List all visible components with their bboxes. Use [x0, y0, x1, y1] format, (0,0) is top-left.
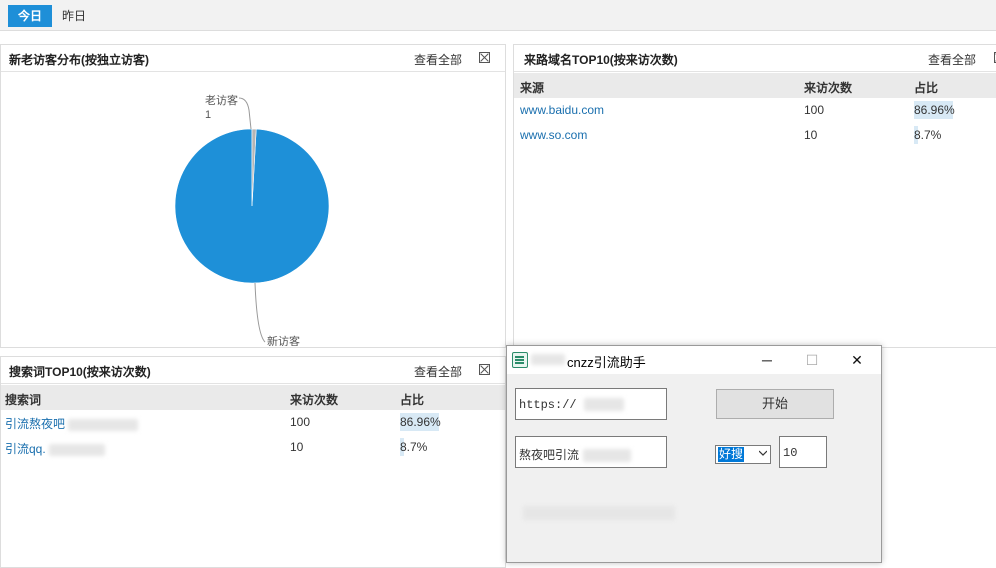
share-cell: 86.96% [400, 413, 460, 431]
minimize-icon[interactable]: ─ [745, 346, 789, 374]
share-value: 86.96% [400, 415, 441, 429]
old-visitor-leader-line [238, 97, 252, 130]
chevron-down-icon [759, 450, 767, 456]
share-value: 8.7% [914, 128, 942, 142]
view-all-link[interactable]: 查看全部 [414, 51, 462, 68]
visitor-pie-chart: 老访客1新访客114 [174, 93, 330, 346]
share-cell: 86.96% [914, 101, 974, 119]
table-row: www.so.com 10 8.7% [514, 123, 996, 148]
visitor-distribution-panel: 新老访客分布(按独立访客) 查看全部 老访客1新访客114 [0, 44, 506, 348]
table-header: 搜索词 来访次数 占比 [1, 385, 505, 410]
share-cell: 8.7% [914, 126, 974, 144]
window-title-bar[interactable]: cnzz引流助手 ─ ☐ ✕ [507, 346, 881, 374]
search-keyword-panel: 搜索词TOP10(按来访次数) 查看全部 搜索词 来访次数 占比 引流熬夜吧 1… [0, 356, 506, 568]
table-row: www.baidu.com 100 86.96% [514, 98, 996, 123]
redacted-text [531, 354, 565, 365]
selected-engine: 好搜 [718, 447, 745, 462]
panel-title: 搜索词TOP10(按来访次数) [9, 365, 151, 379]
visit-count: 10 [290, 440, 304, 454]
table-row: 引流qq. 10 8.7% [1, 435, 505, 460]
panel-header: 搜索词TOP10(按来访次数) 查看全部 [1, 357, 505, 384]
keyword-link[interactable]: 引流熬夜吧 [5, 415, 139, 432]
start-button[interactable]: 开始 [716, 389, 834, 419]
keyword-input-value: 熬夜吧引流 [519, 448, 580, 462]
old-visitor-label: 老访客 [205, 93, 238, 107]
visit-count: 100 [290, 415, 311, 429]
search-engine-select[interactable]: 好搜 [715, 445, 771, 464]
close-icon[interactable] [479, 364, 490, 375]
column-header-visits: 来访次数 [804, 81, 853, 95]
column-header-source: 来源 [520, 81, 545, 95]
keyword-link[interactable]: 引流qq. [5, 440, 106, 457]
cnzz-helper-window: cnzz引流助手 ─ ☐ ✕ https:// 开始 熬夜吧引流 好搜 10 [506, 345, 882, 563]
panel-header: 来路域名TOP10(按来访次数) 查看全部 [514, 45, 996, 72]
tab-today[interactable]: 今日 [8, 5, 53, 27]
count-input-value: 10 [783, 446, 798, 460]
new-visitor-label: 新访客 [267, 334, 300, 346]
column-header-share: 占比 [400, 393, 425, 407]
redacted-text [68, 418, 139, 431]
close-icon[interactable]: ✕ [835, 346, 879, 374]
panel-title: 来路域名TOP10(按来访次数) [524, 53, 678, 67]
old-visitor-count: 1 [205, 109, 211, 121]
keyword-text: 引流qq. [5, 442, 46, 456]
table-row: 引流熬夜吧 100 86.96% [1, 410, 505, 435]
view-all-link[interactable]: 查看全部 [928, 51, 976, 68]
redacted-text [49, 443, 106, 456]
app-icon [512, 352, 528, 368]
table-header: 来源 来访次数 占比 [514, 73, 996, 98]
keyword-input[interactable]: 熬夜吧引流 [515, 436, 667, 468]
url-input-value: https:// [519, 398, 577, 412]
new-visitor-leader-line [254, 282, 266, 343]
source-link[interactable]: www.baidu.com [520, 103, 604, 117]
keyword-text: 引流熬夜吧 [5, 417, 66, 431]
share-cell: 8.7% [400, 438, 460, 456]
window-title: cnzz引流助手 [567, 355, 646, 370]
source-link[interactable]: www.so.com [520, 128, 587, 142]
source-domain-panel: 来路域名TOP10(按来访次数) 查看全部 来源 来访次数 占比 www.bai… [513, 44, 996, 348]
share-value: 86.96% [914, 103, 955, 117]
view-all-link[interactable]: 查看全部 [414, 363, 462, 380]
date-tab-bar: 今日 昨日 [0, 0, 996, 31]
tab-yesterday[interactable]: 昨日 [52, 5, 96, 27]
column-header-visits: 来访次数 [290, 393, 339, 407]
redacted-status-text [523, 506, 675, 520]
visit-count: 100 [804, 103, 825, 117]
url-input[interactable]: https:// [515, 388, 667, 420]
visit-count: 10 [804, 128, 818, 142]
share-value: 8.7% [400, 440, 428, 454]
redacted-text [582, 449, 631, 462]
panel-header: 新老访客分布(按独立访客) 查看全部 [1, 45, 505, 72]
column-header-share: 占比 [914, 81, 939, 95]
maximize-icon[interactable]: ☐ [790, 346, 834, 374]
redacted-text [583, 398, 624, 412]
count-input[interactable]: 10 [779, 436, 827, 468]
close-icon[interactable] [479, 52, 490, 63]
panel-title: 新老访客分布(按独立访客) [9, 53, 149, 67]
column-header-keyword: 搜索词 [5, 393, 42, 407]
